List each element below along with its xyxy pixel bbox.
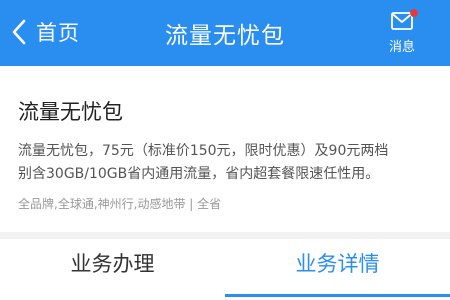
tab-label: 业务办理 (70, 252, 155, 276)
active-tab-indicator (225, 294, 450, 297)
tab-business-details[interactable]: 业务详情 (225, 239, 450, 300)
package-description-line-1: 流量无忧包，75元（标准价150元，限时优惠）及90元两档 (18, 143, 389, 159)
tab-label: 业务详情 (295, 252, 380, 276)
messages-button[interactable]: 消息 (378, 6, 426, 60)
top-bar: 首页 流量无忧包 消息 (0, 0, 450, 66)
package-description-line-2: 别含30GB/10GB省内通用流量，省内超套餐限速任性用。 (18, 166, 380, 182)
package-title: 流量无忧包 (18, 100, 123, 124)
package-description: 流量无忧包，75元（标准价150元，限时优惠）及90元两档 别含30GB/10G… (18, 140, 450, 186)
package-card: 流量无忧包 流量无忧包，75元（标准价150元，限时优惠）及90元两档 别含30… (0, 66, 450, 232)
app-screen: 首页 流量无忧包 消息 流量无忧包 流量无忧包，75元（标准价150元，限时优惠… (0, 0, 450, 300)
tab-business-handling[interactable]: 业务办理 (0, 239, 225, 300)
unread-badge (410, 9, 418, 17)
package-tags: 全品牌,全球通,神州行,动感地带 | 全省 (18, 197, 222, 211)
tab-bar: 业务办理 业务详情 (0, 239, 450, 300)
messages-label: 消息 (388, 40, 415, 55)
